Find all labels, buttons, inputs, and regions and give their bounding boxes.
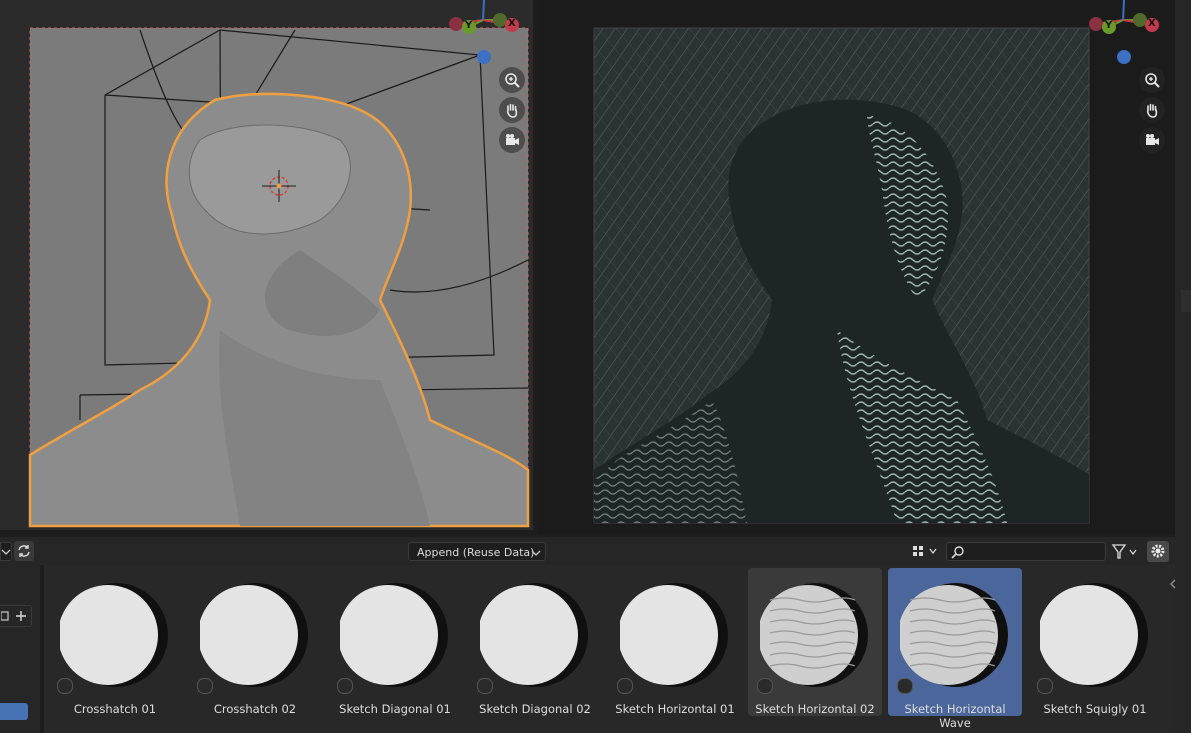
zoom-icon [505, 73, 520, 88]
material-preview-sphere [1040, 583, 1148, 687]
sketch-render [537, 0, 1175, 535]
material-type-icon [757, 678, 773, 694]
asset-name: Sketch Horizontal 02 [755, 702, 875, 716]
folder-icon[interactable] [1, 610, 13, 622]
asset-browser: Append (Reuse Data) Crosshatch 01 Crossha… [0, 537, 1175, 733]
asset-tile[interactable]: Crosshatch 01 [48, 568, 182, 716]
material-type-icon [197, 678, 213, 694]
filter-icon [1111, 544, 1137, 559]
asset-catalog-sidebar[interactable] [0, 565, 40, 733]
camera-view-button[interactable] [499, 127, 525, 153]
material-preview-sphere [480, 583, 588, 687]
camera-view-button[interactable] [1139, 127, 1165, 153]
asset-tile[interactable]: Sketch Squigly 01 [1028, 568, 1162, 716]
viewport-rendered[interactable]: Y X [537, 0, 1175, 535]
material-type-icon [1037, 678, 1053, 694]
add-icon[interactable] [15, 610, 27, 622]
material-type-icon [57, 678, 73, 694]
properties-edge [1170, 0, 1191, 733]
display-mode-button[interactable] [910, 542, 940, 561]
camera-icon [506, 134, 519, 145]
asset-tile[interactable]: Crosshatch 02 [188, 568, 322, 716]
axis-gizmo-right-graphic [1089, 0, 1159, 64]
chevron-down-icon [531, 550, 541, 556]
asset-tile[interactable]: Sketch Horizontal 01 [608, 568, 742, 716]
axis-y-label: Y [465, 20, 473, 31]
zoom-button[interactable] [499, 67, 525, 93]
axis-x-label: X [1148, 18, 1156, 29]
catalog-toolbar [0, 605, 32, 627]
pan-button[interactable] [1139, 97, 1165, 123]
asset-name: Sketch Horizontal Wave [904, 702, 1006, 730]
library-select[interactable] [0, 542, 12, 561]
gear-icon [1151, 544, 1165, 558]
chevron-down-icon [1, 549, 11, 555]
asset-name: Crosshatch 01 [73, 702, 157, 716]
material-type-icon [617, 678, 633, 694]
axis-gizmo-graphic [449, 0, 519, 64]
axis-gizmo-right[interactable]: Y X [1080, 0, 1170, 65]
catalog-all-item[interactable] [0, 703, 28, 720]
axis-gizmo[interactable]: Y X [440, 0, 530, 65]
chevron-left-icon[interactable] [1167, 578, 1179, 590]
asset-name: Sketch Diagonal 01 [339, 702, 451, 716]
refresh-button[interactable] [14, 541, 34, 561]
pan-hand-icon [506, 103, 518, 118]
refresh-icon [18, 545, 30, 557]
search-input[interactable] [946, 542, 1106, 561]
zoom-button[interactable] [1139, 67, 1165, 93]
import-method-dropdown[interactable]: Append (Reuse Data) [408, 542, 546, 561]
material-preview-sphere [200, 583, 308, 687]
material-preview-sphere [760, 583, 868, 687]
pan-hand-icon [1146, 103, 1158, 118]
asset-name: Sketch Diagonal 02 [479, 702, 591, 716]
asset-tile[interactable]: Sketch Horizontal Wave [888, 568, 1022, 730]
filter-button[interactable] [1110, 542, 1142, 561]
asset-name: Sketch Horizontal 01 [615, 702, 735, 716]
asset-browser-header: Append (Reuse Data) [0, 537, 1175, 565]
properties-tab[interactable] [1181, 290, 1191, 312]
grid-view-icon [913, 546, 937, 556]
import-method-label: Append (Reuse Data) [417, 546, 535, 559]
asset-name: Crosshatch 02 [213, 702, 297, 716]
material-preview-sphere [60, 583, 168, 687]
asset-name: Sketch Squigly 01 [1043, 702, 1147, 716]
material-preview-sphere [340, 583, 448, 687]
pan-button[interactable] [499, 97, 525, 123]
axis-y-label: Y [1105, 20, 1113, 31]
zoom-icon [1145, 73, 1160, 88]
material-type-icon [337, 678, 353, 694]
material-type-icon [897, 678, 913, 694]
asset-grid: Crosshatch 01 Crosshatch 02 Sketch Diagona… [44, 565, 1175, 733]
asset-tile[interactable]: Sketch Diagonal 01 [328, 568, 462, 716]
material-preview-sphere [620, 583, 728, 687]
axis-x-label: X [508, 18, 516, 29]
settings-button[interactable] [1147, 541, 1169, 562]
camera-icon [1146, 134, 1159, 145]
solid-render [0, 0, 533, 530]
material-preview-sphere [900, 583, 1008, 687]
asset-tile[interactable]: Sketch Horizontal 02 [748, 568, 882, 716]
viewport-solid[interactable]: Y X [0, 0, 533, 530]
material-type-icon [477, 678, 493, 694]
asset-tile[interactable]: Sketch Diagonal 02 [468, 568, 602, 716]
search-icon [951, 546, 964, 559]
